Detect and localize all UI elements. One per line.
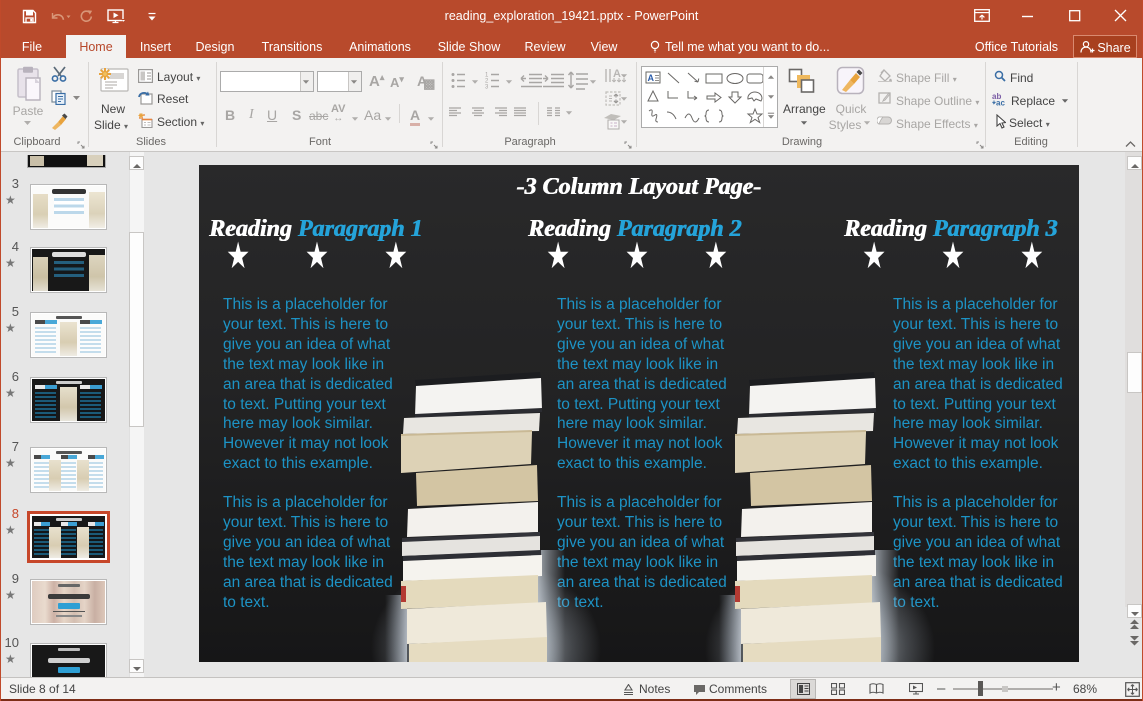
svg-text:A: A — [648, 73, 655, 83]
svg-text:ac: ac — [996, 99, 1005, 107]
svg-text:3: 3 — [485, 85, 489, 90]
